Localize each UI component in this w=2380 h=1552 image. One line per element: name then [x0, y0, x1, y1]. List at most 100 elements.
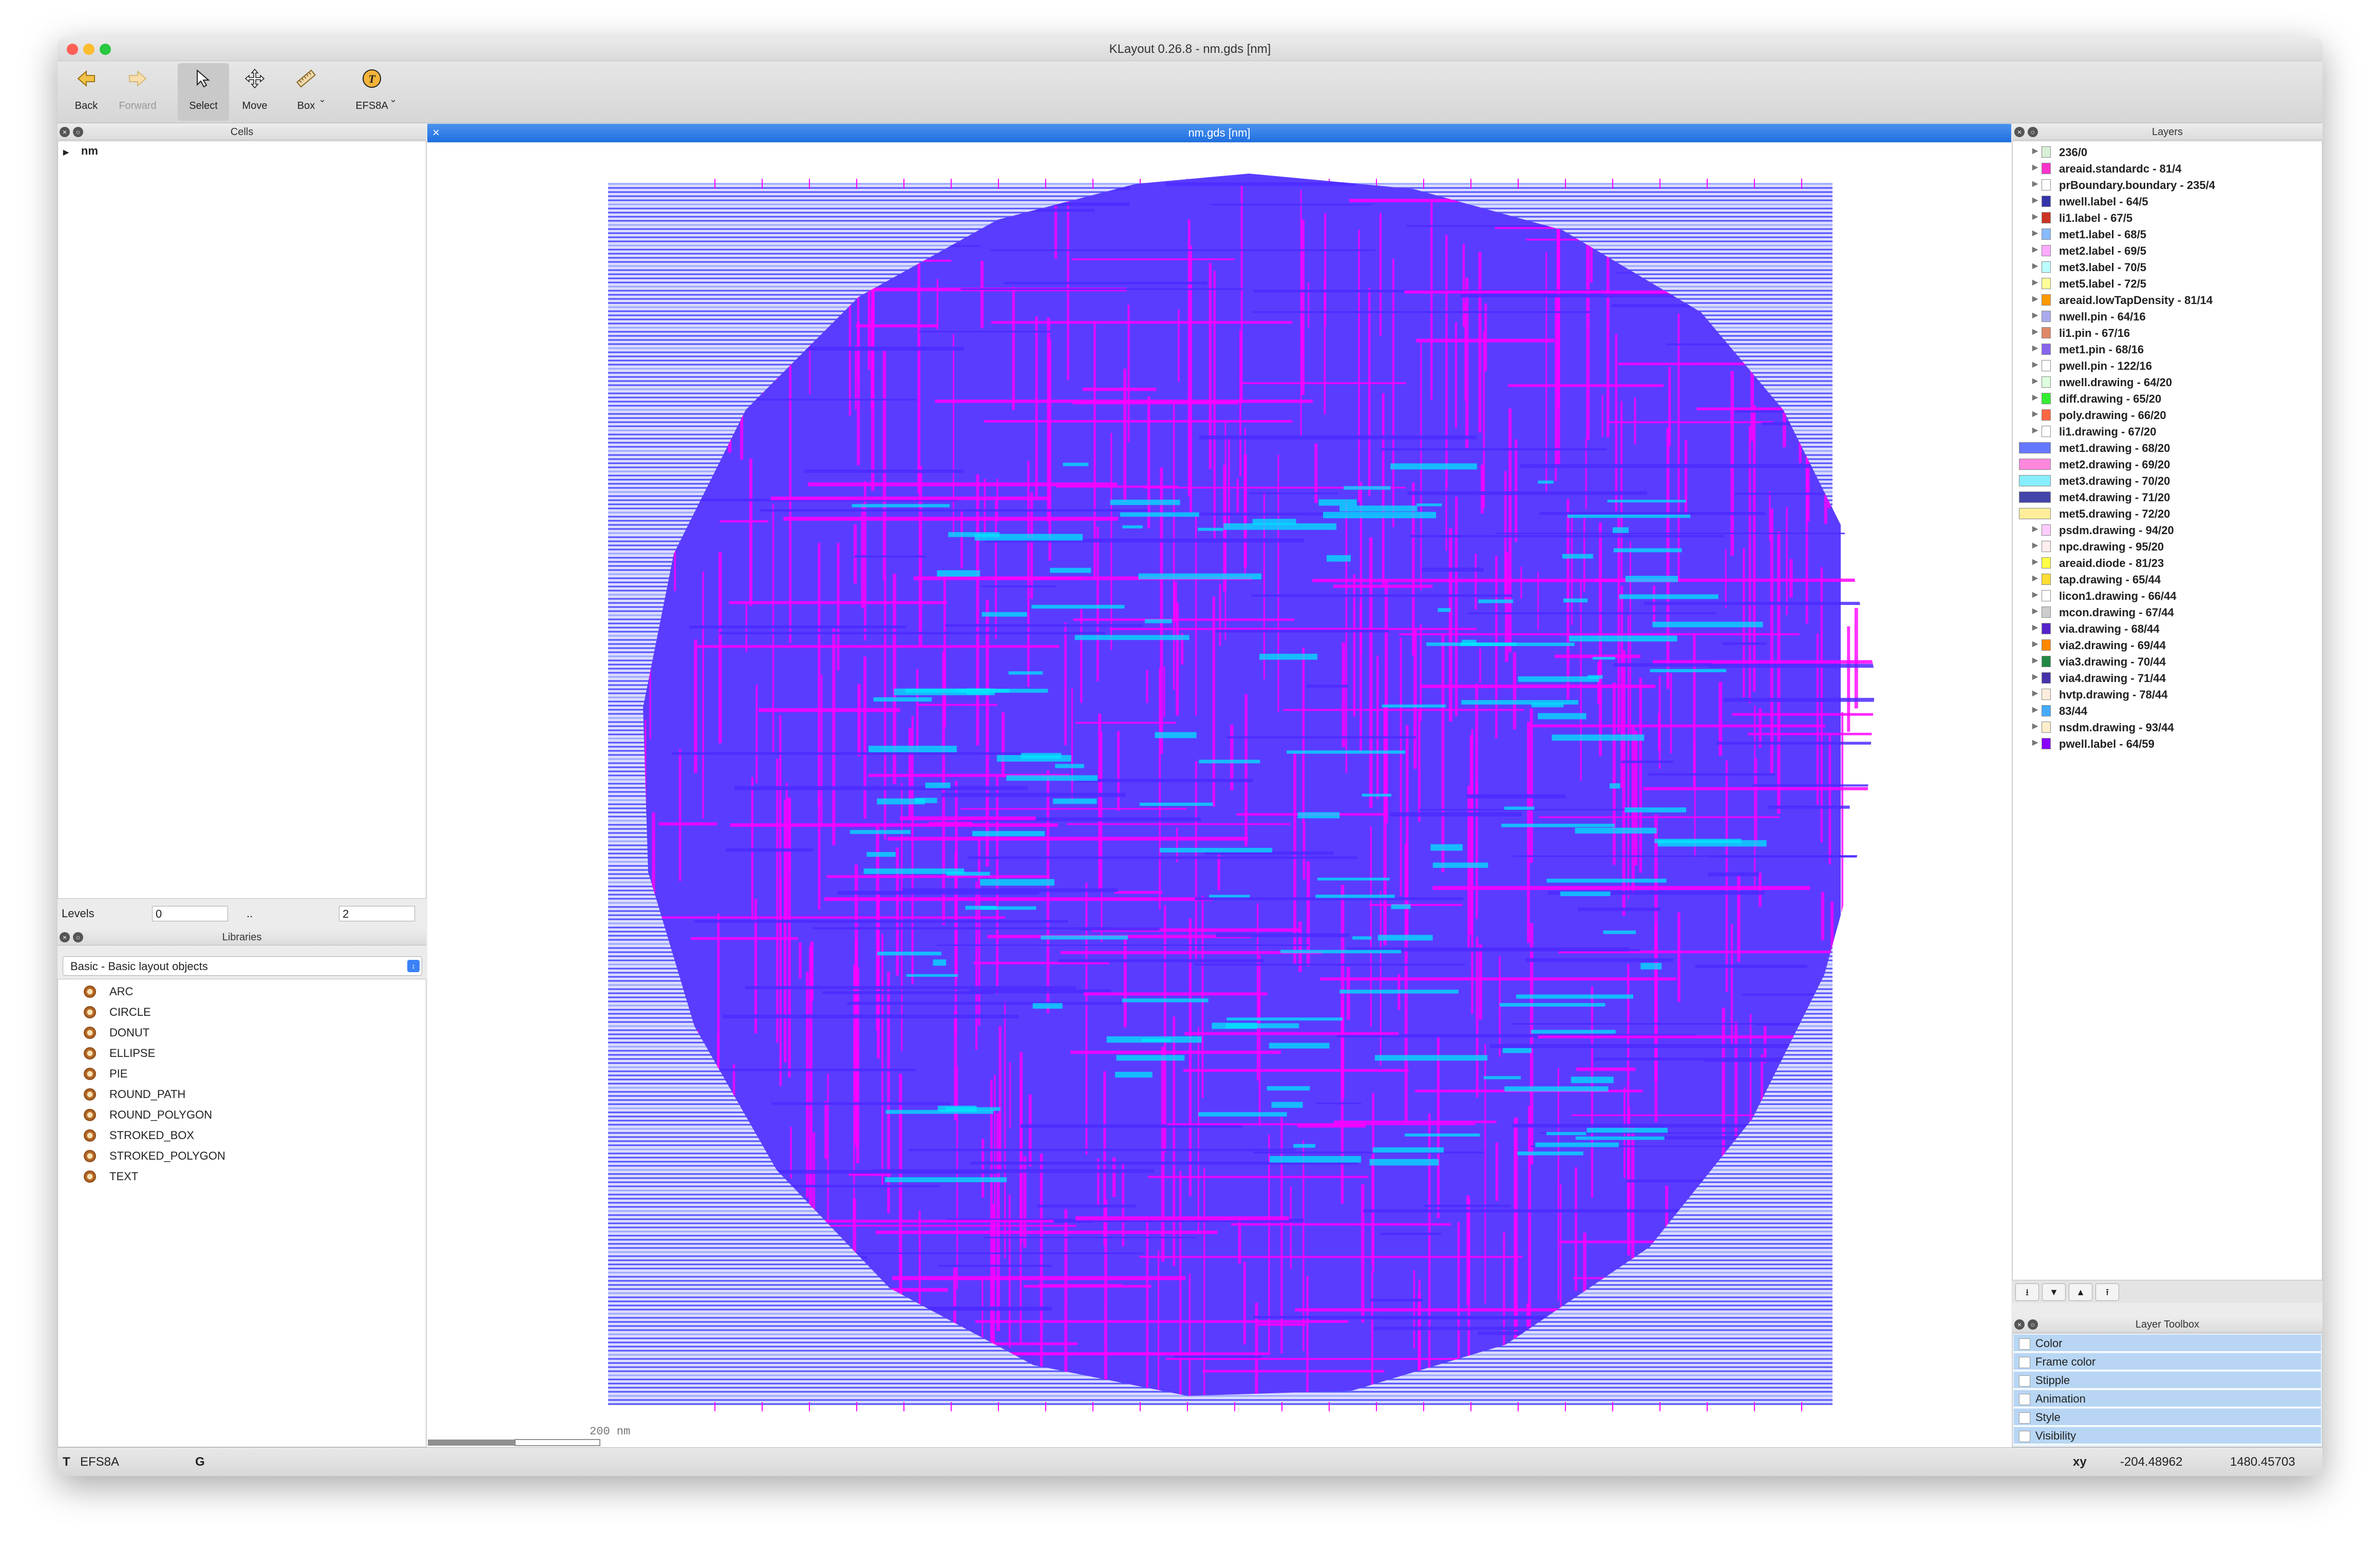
expand-arrow-icon[interactable]: ▶ [2032, 541, 2038, 550]
forward-button[interactable]: Forward [112, 63, 163, 121]
layer-swatch[interactable] [2042, 557, 2051, 569]
levels-from-input[interactable]: 0 [152, 906, 228, 921]
toolbox-visibility[interactable]: Visibility [2014, 1427, 2321, 1445]
layer-swatch[interactable] [2019, 508, 2051, 519]
expand-checkbox[interactable] [2019, 1375, 2030, 1387]
layer-swatch[interactable] [2042, 639, 2051, 651]
layer-swatch[interactable] [2042, 672, 2051, 684]
expand-arrow-icon[interactable]: ▶ [2032, 722, 2038, 730]
layer-swatch[interactable] [2042, 294, 2051, 306]
expand-arrow-icon[interactable]: ▶ [2032, 376, 2038, 385]
expand-arrow-icon[interactable]: ▶ [2032, 179, 2038, 188]
expand-arrow-icon[interactable]: ▶ [2032, 426, 2038, 434]
layer-swatch[interactable] [2042, 705, 2051, 716]
layer-swatch[interactable] [2042, 278, 2051, 289]
layer-swatch[interactable] [2042, 360, 2051, 371]
close-tab-icon[interactable]: × [432, 124, 440, 142]
move-tool-button[interactable]: Move [229, 63, 280, 121]
expand-arrow-icon[interactable]: ▶ [2032, 294, 2038, 303]
close-icon[interactable]: × [2014, 1319, 2025, 1330]
expand-arrow-icon[interactable]: ▶ [2032, 146, 2038, 155]
move-up-icon[interactable]: ▲ [2069, 1283, 2092, 1301]
library-select[interactable]: Basic - Basic layout objects ↕ [63, 956, 422, 976]
expand-arrow-icon[interactable]: ▶ [2032, 672, 2038, 681]
levels-to-input[interactable]: 2 [339, 906, 415, 921]
layout-drawing[interactable]: 200 nm [427, 143, 2011, 1447]
expand-arrow-icon[interactable]: ▶ [2032, 344, 2038, 352]
layout-canvas[interactable]: 200 nm [427, 143, 2011, 1447]
layer-swatch[interactable] [2042, 327, 2051, 338]
toolbox-stipple[interactable]: Stipple [2014, 1372, 2321, 1389]
expand-arrow-icon[interactable]: ▶ [2032, 590, 2038, 599]
layer-swatch[interactable] [2042, 212, 2051, 223]
layer-swatch[interactable] [2042, 376, 2051, 388]
layer-swatch[interactable] [2019, 491, 2051, 503]
layer-swatch[interactable] [2042, 738, 2051, 749]
layer-swatch[interactable] [2019, 442, 2051, 453]
layer-swatch[interactable] [2042, 541, 2051, 552]
expand-arrow-icon[interactable]: ▶ [2032, 393, 2038, 402]
expand-arrow-icon[interactable]: ▶ [2032, 311, 2038, 319]
back-button[interactable]: Back [61, 63, 112, 121]
close-icon[interactable]: × [2014, 127, 2025, 137]
expand-arrow-icon[interactable]: ▶ [2032, 656, 2038, 665]
move-to-bottom-icon[interactable]: ⭳ [2015, 1283, 2039, 1301]
expand-arrow-icon[interactable]: ▶ [2032, 607, 2038, 615]
expand-checkbox[interactable] [2019, 1338, 2030, 1350]
expand-arrow-icon[interactable]: ▶ [2032, 196, 2038, 204]
layer-swatch[interactable] [2042, 179, 2051, 191]
float-icon[interactable]: ○ [2028, 1319, 2038, 1330]
layer-swatch[interactable] [2042, 409, 2051, 421]
expand-arrow-icon[interactable]: ▶ [2032, 163, 2038, 172]
expand-arrow-icon[interactable]: ▶ [2032, 229, 2038, 237]
toolbox-style[interactable]: Style [2014, 1409, 2321, 1426]
layer-swatch[interactable] [2042, 344, 2051, 355]
expand-checkbox[interactable] [2019, 1357, 2030, 1368]
layer-swatch[interactable] [2042, 146, 2051, 158]
expand-arrow-icon[interactable]: ▶ [2032, 360, 2038, 369]
box-tool-button[interactable]: Box [280, 63, 332, 121]
move-to-top-icon[interactable]: ⭱ [2095, 1283, 2119, 1301]
layer-swatch[interactable] [2042, 196, 2051, 207]
expand-arrow-icon[interactable]: ▶ [2032, 409, 2038, 418]
layer-swatch[interactable] [2042, 524, 2051, 536]
expand-arrow-icon[interactable]: ▶ [2032, 689, 2038, 697]
expand-arrow-icon[interactable]: ▶ [2032, 574, 2038, 582]
cell-tree-item-nm[interactable]: ▶ nm [63, 144, 98, 158]
expand-arrow-icon[interactable]: ▶ [63, 148, 69, 156]
layer-swatch[interactable] [2042, 311, 2051, 322]
expand-arrow-icon[interactable]: ▶ [2032, 212, 2038, 221]
expand-arrow-icon[interactable]: ▶ [2032, 623, 2038, 632]
toolbox-animation[interactable]: Animation [2014, 1390, 2321, 1408]
float-icon[interactable]: ○ [2028, 127, 2038, 137]
layer-swatch[interactable] [2019, 459, 2051, 470]
layer-swatch[interactable] [2042, 689, 2051, 700]
layer-swatch[interactable] [2042, 426, 2051, 437]
layer-swatch[interactable] [2042, 623, 2051, 634]
toolbox-color[interactable]: Color [2014, 1335, 2321, 1352]
layer-swatch[interactable] [2042, 393, 2051, 404]
expand-arrow-icon[interactable]: ▶ [2032, 557, 2038, 566]
expand-arrow-icon[interactable]: ▶ [2032, 327, 2038, 336]
move-down-icon[interactable]: ▼ [2042, 1283, 2066, 1301]
layer-swatch[interactable] [2042, 590, 2051, 601]
layer-swatch[interactable] [2042, 261, 2051, 273]
technology-button[interactable]: T EFS8A [346, 63, 398, 121]
layout-view-tab[interactable]: × nm.gds [nm] [427, 124, 2011, 142]
close-icon[interactable]: × [60, 127, 70, 137]
expand-arrow-icon[interactable]: ▶ [2032, 639, 2038, 648]
expand-arrow-icon[interactable]: ▶ [2032, 245, 2038, 254]
layer-swatch[interactable] [2042, 607, 2051, 618]
layer-swatch[interactable] [2042, 229, 2051, 240]
layer-swatch[interactable] [2042, 574, 2051, 585]
select-tool-button[interactable]: Select [178, 63, 229, 121]
layer-swatch[interactable] [2042, 656, 2051, 667]
expand-arrow-icon[interactable]: ▶ [2032, 738, 2038, 747]
layer-swatch[interactable] [2019, 475, 2051, 486]
expand-checkbox[interactable] [2019, 1412, 2030, 1424]
expand-arrow-icon[interactable]: ▶ [2032, 524, 2038, 533]
expand-arrow-icon[interactable]: ▶ [2032, 261, 2038, 270]
expand-checkbox[interactable] [2019, 1431, 2030, 1442]
float-icon[interactable]: ○ [73, 127, 83, 137]
technology-dropdown-chevron-icon[interactable]: ⌄ [389, 94, 397, 105]
